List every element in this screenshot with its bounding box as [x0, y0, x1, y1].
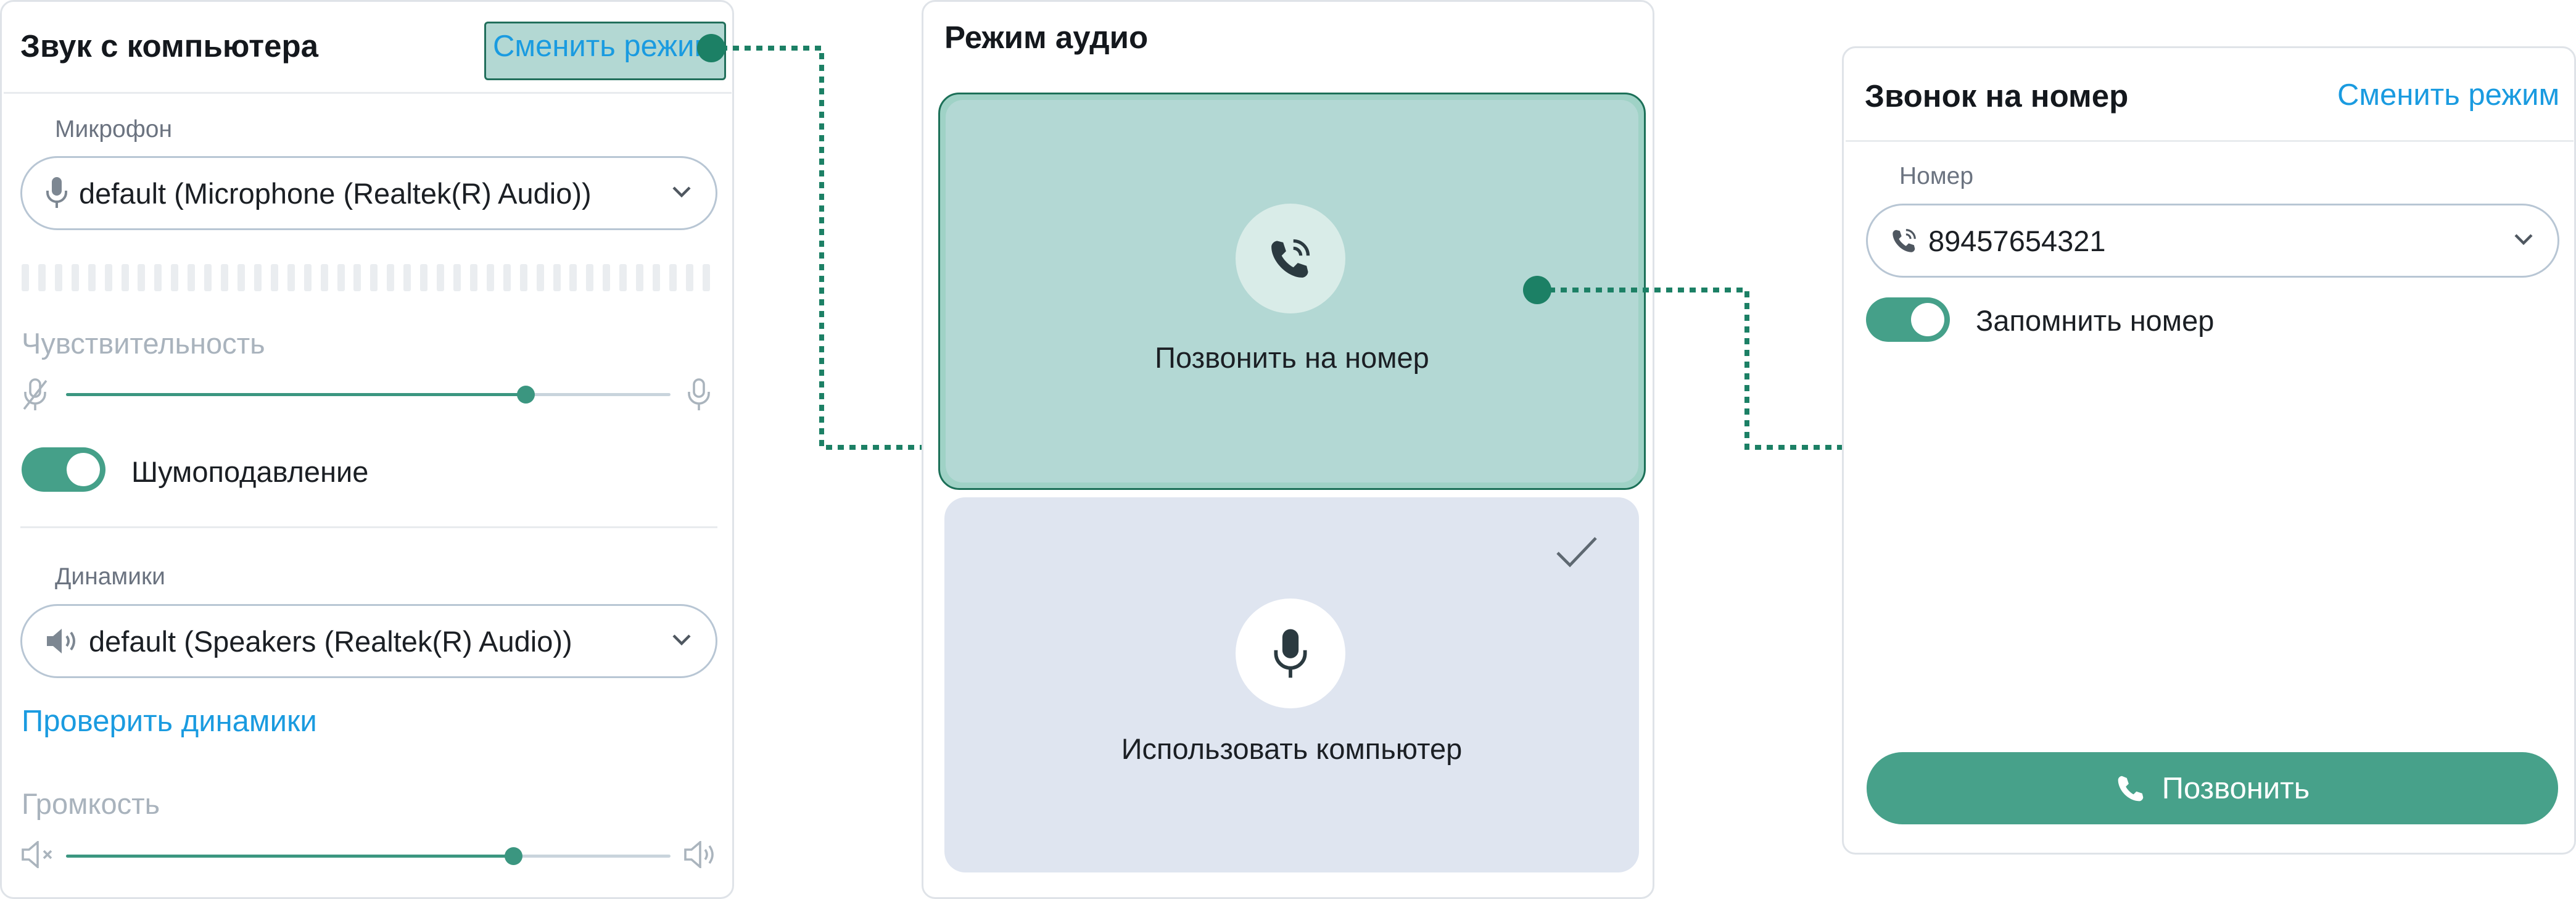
connector-right	[1537, 288, 1842, 450]
connector-left	[709, 46, 922, 450]
connector-dot-right	[1523, 276, 1551, 304]
connector-dot-left	[697, 34, 725, 62]
connector-lines	[709, 46, 1842, 450]
